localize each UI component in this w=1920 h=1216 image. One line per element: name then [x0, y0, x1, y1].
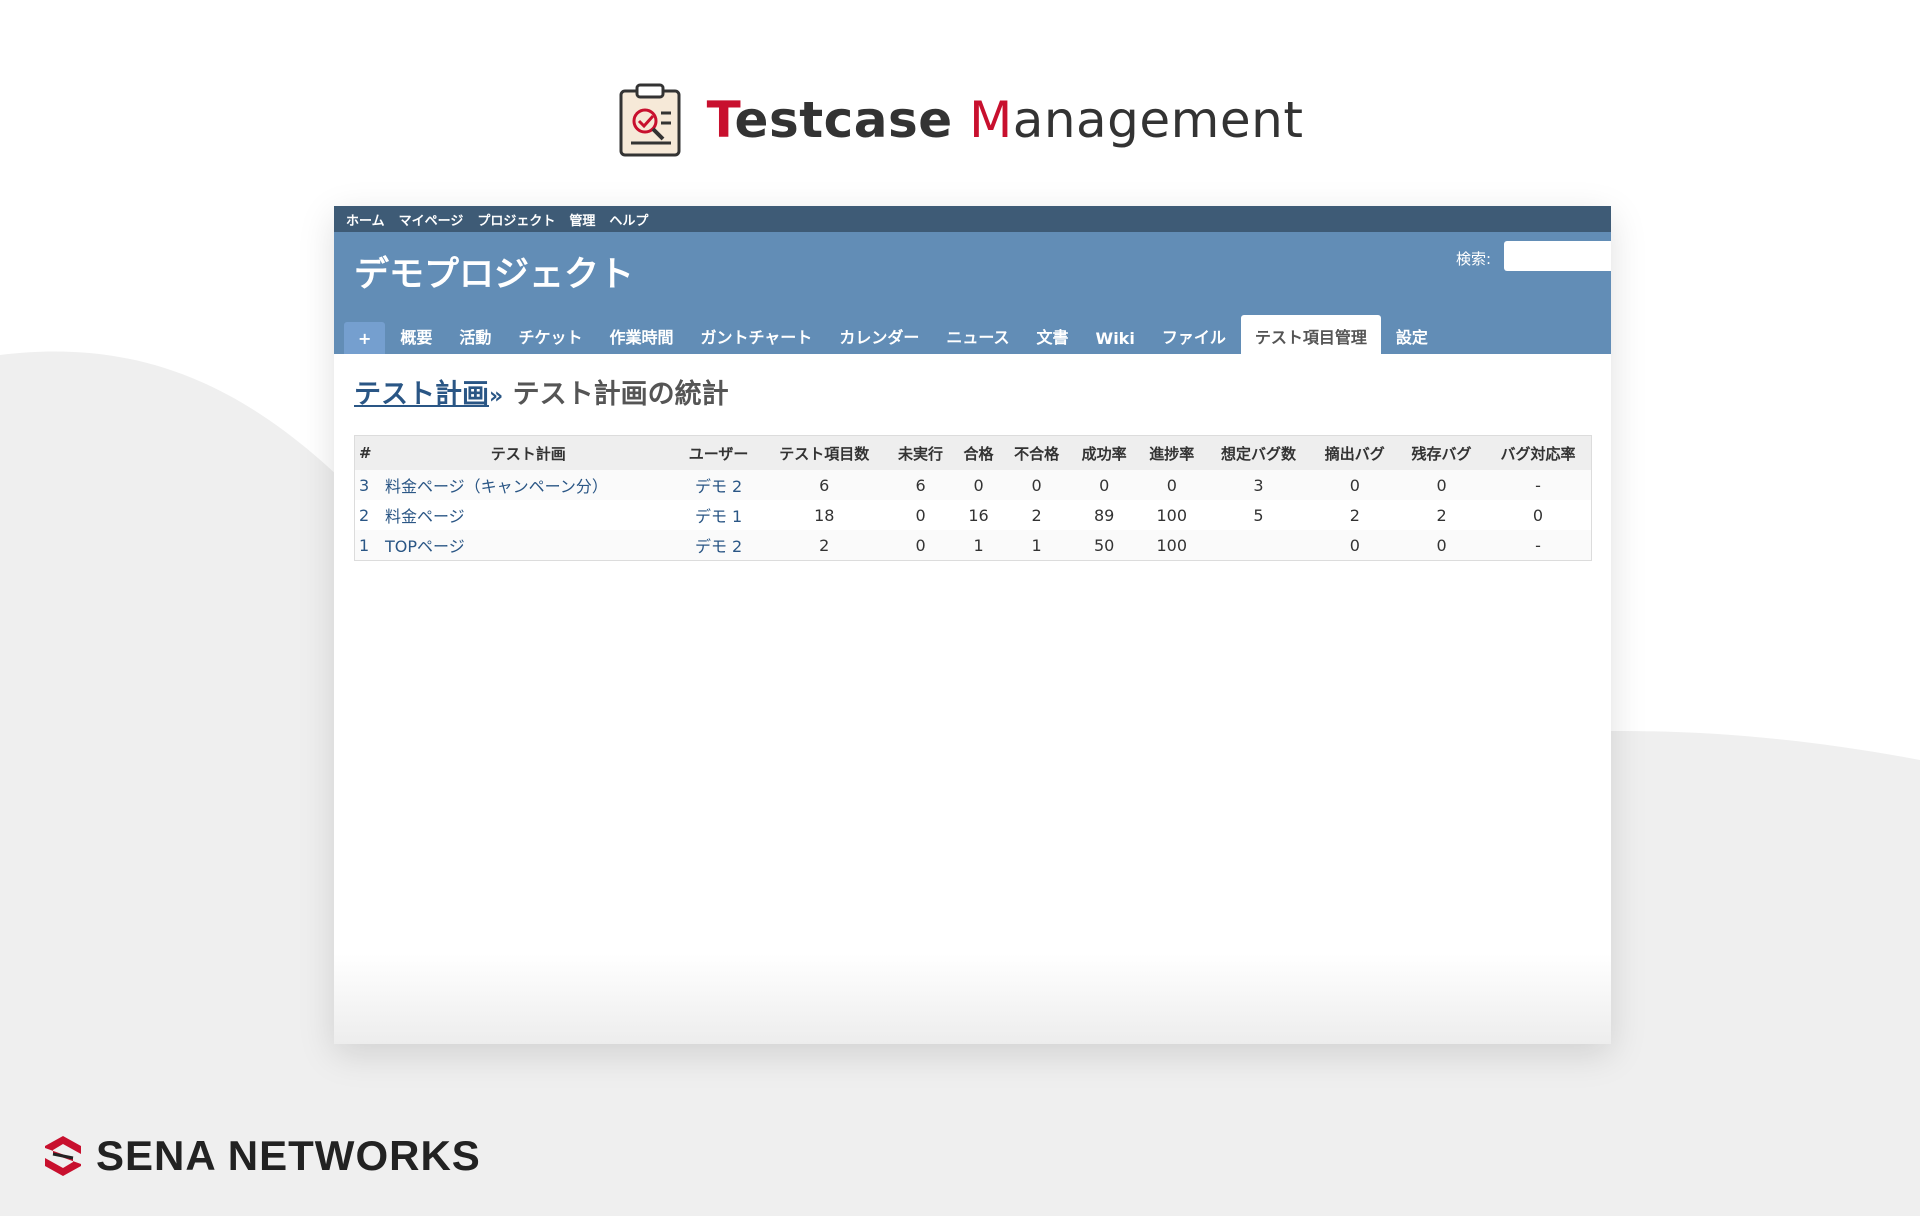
- row-success-rate: 0: [1070, 470, 1138, 500]
- row-remaining-bugs: 2: [1436, 505, 1447, 525]
- col-id[interactable]: #: [354, 435, 381, 470]
- row-remaining-bugs: 0: [1398, 470, 1485, 500]
- row-plan-link[interactable]: 料金ページ: [385, 507, 465, 526]
- row-progress: 100: [1137, 530, 1206, 561]
- row-not-run: 6: [886, 470, 955, 500]
- top-menu-projects[interactable]: プロジェクト: [477, 210, 555, 229]
- col-pass[interactable]: 合格: [954, 435, 1003, 470]
- row-id: 3: [354, 470, 381, 500]
- search-label: 検索:: [1456, 250, 1492, 268]
- row-found-bugs: 2: [1349, 505, 1360, 525]
- row-plan-link[interactable]: 料金ページ（キャンペーン分）: [385, 477, 608, 496]
- row-pass: 1: [954, 530, 1003, 561]
- row-remaining-bugs: 0: [1398, 530, 1485, 561]
- row-user-link[interactable]: デモ 2: [695, 477, 742, 496]
- tab-activity[interactable]: 活動: [447, 317, 503, 354]
- row-progress: 100: [1156, 505, 1188, 525]
- top-menu-home[interactable]: ホーム: [346, 210, 385, 229]
- breadcrumb-separator: »: [489, 384, 504, 409]
- tab-new[interactable]: +: [344, 322, 386, 354]
- hero-title-cap-1: T: [706, 91, 735, 149]
- col-expected-bugs[interactable]: 想定バグ数: [1205, 435, 1312, 470]
- top-menu-my-page[interactable]: マイページ: [399, 210, 464, 229]
- top-menu: ホーム マイページ プロジェクト 管理 ヘルプ: [334, 206, 1611, 232]
- tab-wiki[interactable]: Wiki: [1084, 322, 1147, 354]
- row-expected-bugs: 3: [1205, 470, 1312, 500]
- clipboard-check-icon: [619, 83, 681, 157]
- project-header: デモプロジェクト 検索: + 概要 活動 チケット 作業時間 ガントチャート カ…: [334, 232, 1611, 354]
- tab-test-management[interactable]: テスト項目管理: [1240, 315, 1381, 354]
- search-input[interactable]: [1504, 241, 1611, 271]
- row-bug-rate: -: [1484, 530, 1592, 561]
- main-content: テスト計画» テスト計画の統計 # テスト計画 ユーザー テスト項目数 未実行 …: [334, 354, 1611, 579]
- hero-title-cap-2: M: [969, 91, 1013, 149]
- col-user[interactable]: ユーザー: [675, 435, 762, 470]
- brand-footer: SENA NETWORKS: [42, 1132, 481, 1180]
- tab-issues[interactable]: チケット: [506, 317, 594, 354]
- table-header-row: # テスト計画 ユーザー テスト項目数 未実行 合格 不合格 成功率 進捗率 想…: [354, 435, 1592, 470]
- row-not-run: 0: [886, 530, 955, 561]
- tab-files[interactable]: ファイル: [1150, 317, 1238, 354]
- tab-settings[interactable]: 設定: [1384, 317, 1440, 354]
- test-plan-stats-table: # テスト計画 ユーザー テスト項目数 未実行 合格 不合格 成功率 進捗率 想…: [354, 435, 1592, 561]
- col-found-bugs[interactable]: 摘出バグ: [1311, 435, 1399, 470]
- tab-gantt[interactable]: ガントチャート: [688, 317, 824, 354]
- row-fail: 2: [1031, 505, 1042, 525]
- row-id: 1: [354, 530, 381, 561]
- row-success-rate: 50: [1070, 530, 1138, 561]
- row-pass: 16: [968, 505, 989, 525]
- tab-calendar[interactable]: カレンダー: [827, 317, 931, 354]
- row-id: 2: [359, 505, 370, 525]
- hero-title-word-2: anagement: [1012, 91, 1304, 149]
- project-title: デモプロジェクト: [354, 255, 635, 295]
- row-pass: 0: [954, 470, 1003, 500]
- hero-header: Testcase Management: [0, 80, 1920, 160]
- col-bug-rate[interactable]: バグ対応率: [1484, 435, 1592, 470]
- row-expected-bugs: 5: [1253, 505, 1264, 525]
- row-bug-rate: -: [1484, 470, 1592, 500]
- col-progress[interactable]: 進捗率: [1137, 435, 1206, 470]
- page-title: テスト計画» テスト計画の統計: [354, 372, 1591, 411]
- row-fail: 0: [1002, 470, 1071, 500]
- page-title-text: テスト計画の統計: [512, 379, 729, 410]
- top-menu-admin[interactable]: 管理: [569, 210, 595, 229]
- row-expected-bugs: [1205, 530, 1312, 561]
- card-bottom-fade: [334, 954, 1611, 1044]
- col-item-count[interactable]: テスト項目数: [761, 435, 887, 470]
- row-user-link[interactable]: デモ 1: [695, 507, 742, 526]
- table-row: 1 TOPページ デモ 2 2 0 1 1 50 100 0 0 -: [354, 530, 1592, 561]
- breadcrumb-test-plans[interactable]: テスト計画: [354, 379, 489, 410]
- row-item-count: 18: [814, 505, 835, 525]
- redmine-screenshot: ホーム マイページ プロジェクト 管理 ヘルプ デモプロジェクト 検索: + 概…: [334, 206, 1611, 1044]
- row-found-bugs: 0: [1311, 530, 1399, 561]
- tab-documents[interactable]: 文書: [1025, 317, 1081, 354]
- row-item-count: 6: [761, 470, 887, 500]
- table-row: 2 料金ページ デモ 1 18 0 16 2 89 100 5 2 2 0: [355, 500, 1592, 530]
- col-not-run[interactable]: 未実行: [886, 435, 955, 470]
- col-remaining-bugs[interactable]: 残存バグ: [1398, 435, 1485, 470]
- col-fail[interactable]: 不合格: [1002, 435, 1071, 470]
- row-progress: 0: [1137, 470, 1206, 500]
- brand-name: SENA NETWORKS: [96, 1132, 481, 1179]
- row-fail: 1: [1002, 530, 1071, 561]
- top-menu-help[interactable]: ヘルプ: [609, 210, 648, 229]
- sena-networks-logo-icon: [45, 1136, 81, 1176]
- tab-news[interactable]: ニュース: [934, 317, 1021, 354]
- hero-title-word-1: estcase: [734, 91, 953, 149]
- col-success-rate[interactable]: 成功率: [1070, 435, 1138, 470]
- row-bug-rate: 0: [1532, 505, 1544, 525]
- table-row: 3 料金ページ（キャンペーン分） デモ 2 6 6 0 0 0 0 3 0 0 …: [354, 470, 1592, 500]
- tab-overview[interactable]: 概要: [388, 317, 444, 354]
- hero-title: Testcase Management: [707, 91, 1304, 149]
- row-item-count: 2: [761, 530, 887, 561]
- row-plan-link[interactable]: TOPページ: [385, 537, 465, 556]
- tab-time-entries[interactable]: 作業時間: [597, 317, 685, 354]
- row-not-run: 0: [915, 505, 926, 525]
- project-tabs: + 概要 活動 チケット 作業時間 ガントチャート カレンダー ニュース 文書 …: [344, 315, 1440, 354]
- col-test-plan[interactable]: テスト計画: [381, 435, 676, 470]
- row-found-bugs: 0: [1311, 470, 1399, 500]
- row-user-link[interactable]: デモ 2: [695, 537, 742, 556]
- row-success-rate: 89: [1094, 505, 1115, 525]
